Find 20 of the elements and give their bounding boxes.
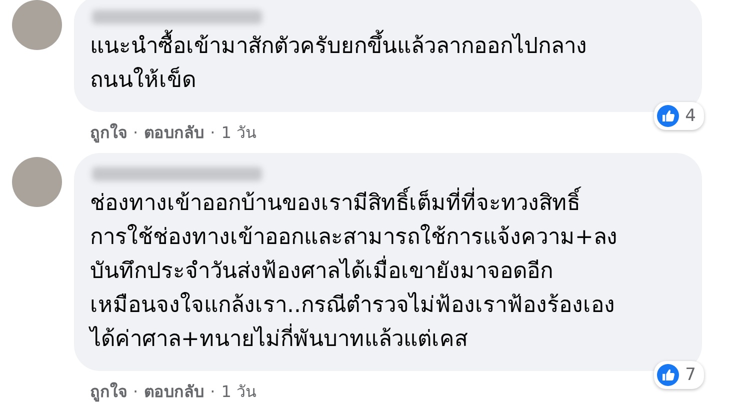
avatar-placeholder[interactable] xyxy=(12,157,62,207)
reaction-count: 7 xyxy=(685,365,696,385)
comment-text: แนะนำซื้อเข้ามาสักตัวครับยกขึ้นแล้วลากออกไปกลาง ถนนให้เข็ด xyxy=(90,30,686,98)
like-icon xyxy=(657,105,680,127)
separator-dot: · xyxy=(133,382,138,401)
reaction-badge[interactable]: 4 xyxy=(654,102,704,130)
separator-dot: · xyxy=(133,123,138,142)
timestamp: 1 วัน xyxy=(221,381,256,403)
like-icon xyxy=(657,364,680,386)
separator-dot: · xyxy=(210,123,216,142)
timestamp: 1 วัน xyxy=(221,122,256,144)
reaction-badge[interactable]: 7 xyxy=(654,361,704,389)
action-link[interactable]: ถูกใจ xyxy=(90,120,127,145)
action-link[interactable]: ตอบกลับ xyxy=(144,120,204,145)
comment-text: ช่องทางเข้าออกบ้านของเรามีสิทธิ์เต็มที่ที่จะทวงสิทธิ์ การใช้ช่องทางเข้าออกและสามารถใช้การแจ้งความ+ลง บันทึกประจำวันส่งฟ้องศาลได้เมื่อเขายังมาจอดอีก เหมือนจงใจแกล้งเรา..กรณีตำรวจไม่ฟ้องเราฟ้องร้องเอง ได้ค่าศาล+ทนายไม่กี่พันบาทแล้วแต่เคส xyxy=(90,187,686,357)
action-link[interactable]: ถูกใจ xyxy=(90,379,127,404)
avatar-placeholder[interactable] xyxy=(12,0,62,50)
separator-dot: · xyxy=(210,382,216,401)
action-link[interactable]: ตอบกลับ xyxy=(144,379,204,404)
reaction-count: 4 xyxy=(685,106,696,126)
